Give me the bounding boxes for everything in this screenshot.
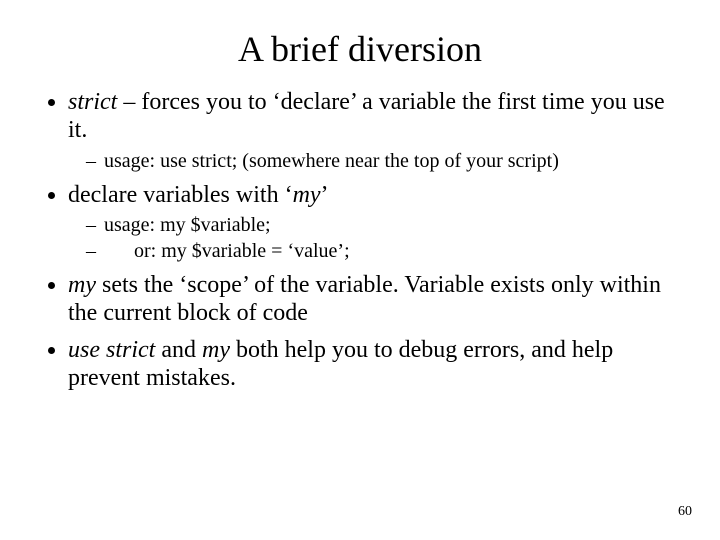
declare-post: ’: [321, 182, 329, 208]
slide-title: A brief diversion: [40, 28, 680, 70]
scope-rest: sets the ‘scope’ of the variable. Variab…: [68, 272, 661, 326]
page-number: 60: [678, 504, 692, 520]
sub-strict-usage: usage: use strict; (somewhere near the t…: [104, 149, 680, 173]
my-word-3: my: [202, 337, 230, 363]
slide: A brief diversion strict – forces you to…: [0, 0, 720, 392]
sub-my-or: or: my $variable = ‘value’;: [104, 239, 680, 263]
my-word-1: my: [293, 182, 321, 208]
my-word-2: my: [68, 272, 96, 298]
bullet-list: strict – forces you to ‘declare’ a varia…: [40, 88, 680, 392]
bullet-strict: strict – forces you to ‘declare’ a varia…: [68, 88, 680, 173]
strict-word: strict: [68, 89, 117, 115]
bullet-my-scope: my sets the ‘scope’ of the variable. Var…: [68, 271, 680, 328]
bullet-declare-my: declare variables with ‘my’ usage: my $v…: [68, 181, 680, 263]
declare-pre: declare variables with ‘: [68, 182, 293, 208]
use-strict-word: use strict: [68, 337, 155, 363]
bullet-strict-text: strict – forces you to ‘declare’ a varia…: [68, 89, 665, 143]
sublist-my: usage: my $variable; or: my $variable = …: [68, 213, 680, 263]
strict-rest: – forces you to ‘declare’ a variable the…: [68, 89, 665, 143]
and-word: and: [155, 337, 202, 363]
sub-my-usage: usage: my $variable;: [104, 213, 680, 237]
bullet-debug-help: use strict and my both help you to debug…: [68, 336, 680, 393]
sublist-strict: usage: use strict; (somewhere near the t…: [68, 149, 680, 173]
